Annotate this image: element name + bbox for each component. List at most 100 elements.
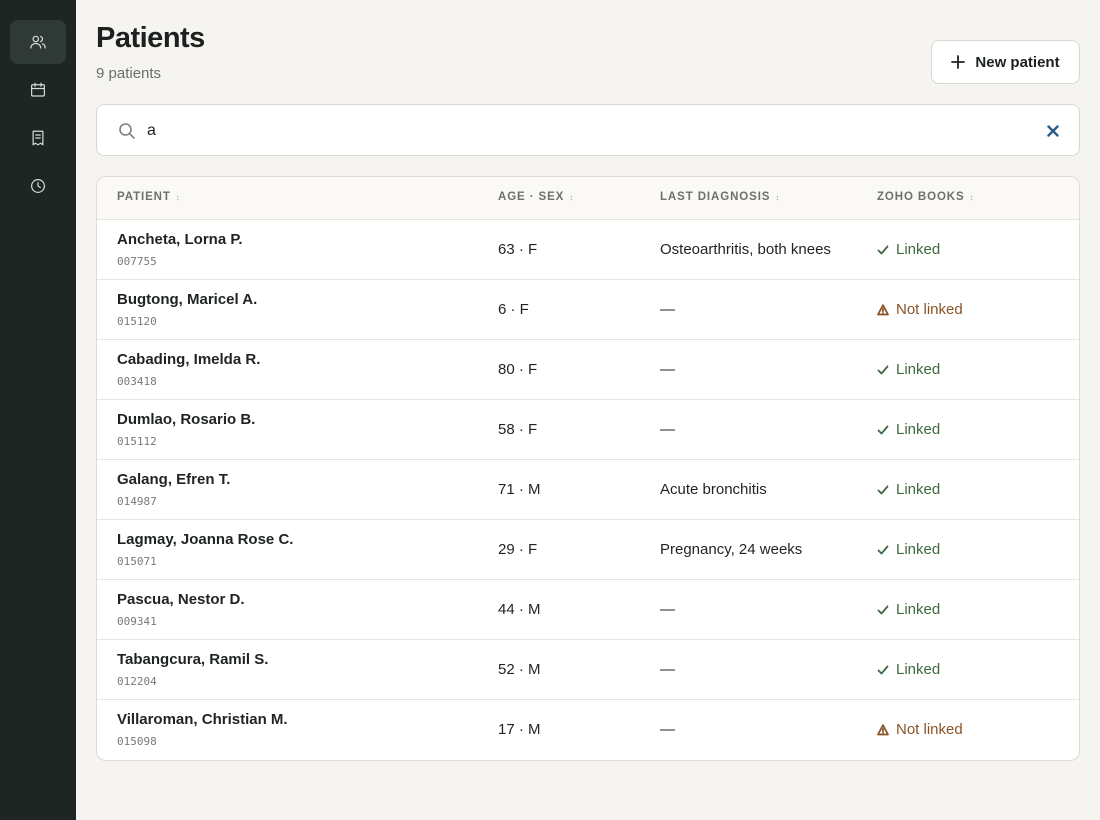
zoho-status-label: Linked [896, 601, 941, 618]
last-diagnosis: — [660, 661, 675, 678]
plus-icon [951, 55, 966, 69]
patient-id: 015120 [117, 315, 157, 328]
patient-name[interactable]: Dumlao, Rosario B. [117, 411, 255, 428]
search-input[interactable] [147, 117, 1027, 145]
age-sex: 29 · F [498, 541, 538, 558]
zoho-status: Not linked [877, 301, 963, 318]
zoho-status: Linked [877, 601, 940, 618]
check-icon [877, 665, 889, 674]
table-row[interactable]: Bugtong, Maricel A. 015120 6 · F — Not linke… [97, 280, 1079, 340]
zoho-status-label: Linked [896, 481, 941, 498]
patient-id: 003418 [117, 375, 157, 388]
table-row[interactable]: Dumlao, Rosario B. 015112 58 · F — Linked [97, 400, 1079, 460]
age-sex: 63 · F [498, 241, 538, 258]
patient-id: 015071 [117, 555, 157, 568]
clear-search-icon[interactable] [1045, 123, 1061, 139]
zoho-status: Linked [877, 661, 940, 678]
check-icon [877, 485, 889, 494]
last-diagnosis: — [660, 721, 675, 738]
age-sex: 44 · M [498, 601, 541, 618]
table-row[interactable]: Ancheta, Lorna P. 007755 63 · F Osteoarthri… [97, 220, 1079, 280]
patient-name[interactable]: Bugtong, Maricel A. [117, 291, 257, 308]
patient-name[interactable]: Pascua, Nestor D. [117, 591, 245, 608]
patient-name[interactable]: Tabangcura, Ramil S. [117, 651, 268, 668]
table-row[interactable]: Cabading, Imelda R. 003418 80 · F — Linked [97, 340, 1079, 400]
patient-id: 015098 [117, 735, 157, 748]
nav-billing-button[interactable] [10, 116, 66, 160]
zoho-status-label: Linked [896, 541, 941, 558]
new-patient-label: New patient [975, 53, 1060, 71]
last-diagnosis: — [660, 301, 675, 318]
patient-name[interactable]: Cabading, Imelda R. [117, 351, 260, 368]
check-icon [877, 425, 889, 434]
age-sex: 58 · F [498, 421, 538, 438]
patient-name[interactable]: Ancheta, Lorna P. [117, 231, 243, 248]
last-diagnosis: Acute bronchitis [660, 481, 767, 498]
table-row[interactable]: Lagmay, Joanna Rose C. 015071 29 · F Pregna… [97, 520, 1079, 580]
table-row[interactable]: Villaroman, Christian M. 015098 17 · M — Not… [97, 700, 1079, 760]
table-row[interactable]: Galang, Efren T. 014987 71 · M Acute bronch… [97, 460, 1079, 520]
zoho-status: Linked [877, 481, 940, 498]
sidebar [0, 0, 76, 820]
zoho-status-label: Linked [896, 241, 941, 258]
nav-patients-button[interactable] [10, 20, 66, 64]
zoho-status: Linked [877, 541, 940, 558]
age-sex: 71 · M [498, 481, 541, 498]
page-title: Patients [96, 22, 205, 54]
nav-calendar-button[interactable] [10, 68, 66, 112]
age-sex: 6 · F [498, 301, 529, 318]
zoho-status-label: Not linked [896, 721, 963, 738]
table-row[interactable]: Tabangcura, Ramil S. 012204 52 · M — Linked [97, 640, 1079, 700]
zoho-status-label: Linked [896, 661, 941, 678]
check-icon [877, 245, 889, 254]
warning-icon [877, 723, 889, 735]
sort-icon: ↕ [775, 193, 780, 202]
zoho-status-label: Linked [896, 421, 941, 438]
age-sex: 52 · M [498, 661, 541, 678]
zoho-status-label: Linked [896, 361, 941, 378]
patient-id: 014987 [117, 495, 157, 508]
last-diagnosis: — [660, 421, 675, 438]
new-patient-button[interactable]: New patient [931, 40, 1080, 84]
users-icon [30, 35, 46, 49]
zoho-status: Linked [877, 361, 940, 378]
patient-name[interactable]: Villaroman, Christian M. [117, 711, 288, 728]
column-header-zoho-books[interactable]: ZOHO BOOKS ↕ [877, 191, 974, 203]
check-icon [877, 365, 889, 374]
zoho-status-label: Not linked [896, 301, 963, 318]
sort-icon: ↕ [175, 193, 180, 202]
table-header: PATIENT ↕ AGE · SEX ↕ LAST DIAGNOSIS ↕ ZOHO… [97, 177, 1079, 220]
clock-icon [31, 179, 45, 193]
last-diagnosis: — [660, 361, 675, 378]
column-header-age-sex[interactable]: AGE · SEX ↕ [498, 191, 573, 203]
patient-name[interactable]: Galang, Efren T. [117, 471, 230, 488]
age-sex: 80 · F [498, 361, 538, 378]
last-diagnosis: — [660, 601, 675, 618]
last-diagnosis: Pregnancy, 24 weeks [660, 541, 803, 558]
calendar-icon [31, 82, 45, 97]
warning-icon [877, 303, 889, 315]
patient-id: 012204 [117, 675, 157, 688]
sort-icon: ↕ [969, 193, 974, 202]
age-sex: 17 · M [498, 721, 541, 738]
patient-name[interactable]: Lagmay, Joanna Rose C. [117, 531, 293, 548]
check-icon [877, 545, 889, 554]
nav-history-button[interactable] [10, 164, 66, 208]
last-diagnosis: Osteoarthritis, both knees [660, 241, 831, 258]
receipt-icon [32, 130, 44, 146]
search-bar [96, 104, 1080, 156]
sort-icon: ↕ [569, 193, 574, 202]
check-icon [877, 605, 889, 614]
patient-id: 015112 [117, 435, 157, 448]
patients-table: PATIENT ↕ AGE · SEX ↕ LAST DIAGNOSIS ↕ ZOHO… [96, 176, 1080, 761]
patient-id: 009341 [117, 615, 157, 628]
column-header-patient[interactable]: PATIENT ↕ [117, 191, 180, 203]
patient-id: 007755 [117, 255, 157, 268]
column-header-last-diagnosis[interactable]: LAST DIAGNOSIS ↕ [660, 191, 779, 203]
table-row[interactable]: Pascua, Nestor D. 009341 44 · M — Linked [97, 580, 1079, 640]
zoho-status: Linked [877, 421, 940, 438]
zoho-status: Linked [877, 241, 940, 258]
search-icon [118, 122, 136, 140]
zoho-status: Not linked [877, 721, 963, 738]
table-body: Ancheta, Lorna P. 007755 63 · F Osteoarthri… [97, 220, 1079, 760]
